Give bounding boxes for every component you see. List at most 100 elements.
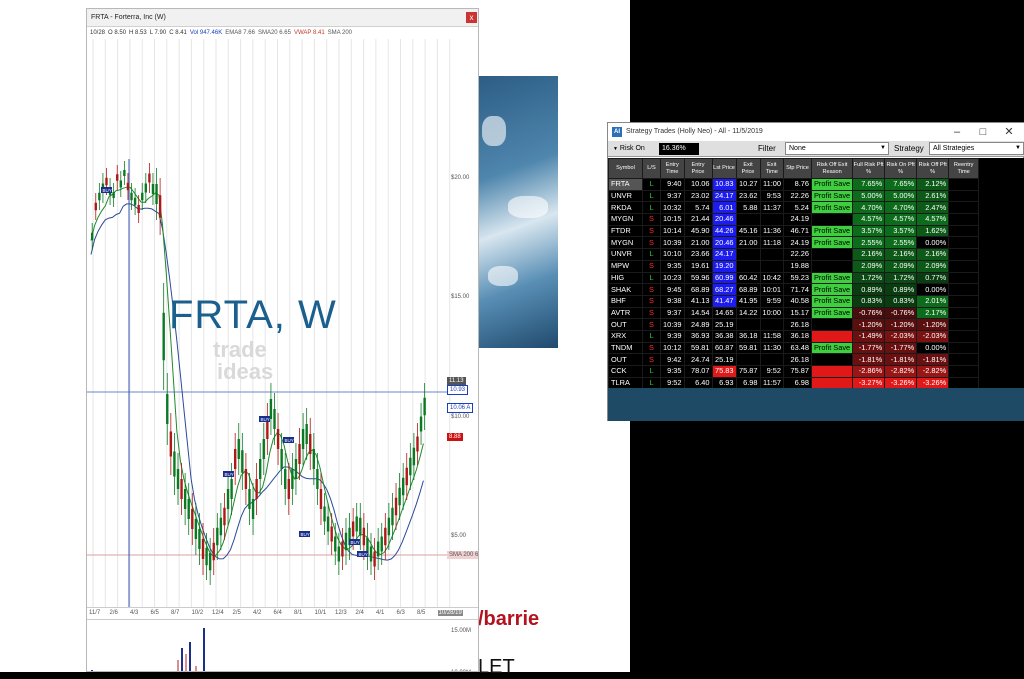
cell-ls: S: [642, 294, 661, 308]
close-icon[interactable]: x: [466, 12, 477, 23]
table-row[interactable]: MYGN S 10:39 21.00 20.46 21.00 11:18 24.19 Profi…: [608, 236, 980, 250]
column-header[interactable]: Entry Price: [683, 158, 713, 179]
cell-entry-time: 9:37: [660, 306, 685, 320]
cell-exit-price: [735, 353, 761, 366]
close-icon[interactable]: ✕: [996, 123, 1022, 141]
column-header[interactable]: Symbol: [608, 158, 643, 179]
column-header[interactable]: Exit Time: [759, 158, 784, 179]
table-row[interactable]: TNDM S 10:12 59.81 60.87 59.81 11:30 63.48 Profi…: [608, 341, 980, 355]
table-row[interactable]: MYGN S 10:15 21.44 20.46 24.19 4.57% 4.57% 4.57%: [608, 213, 980, 226]
column-header[interactable]: Full Risk Pft %: [852, 158, 886, 179]
candle-body: [334, 536, 337, 552]
candle-body: [387, 517, 391, 536]
cell-reason: Profit Save: [810, 294, 854, 308]
time-axis-label: 6/5: [150, 610, 159, 616]
strategy-trades-window[interactable]: AI Strategy Trades (Holly Neo) - All - 1…: [607, 122, 1024, 421]
table-row[interactable]: OUT S 9:42 24.74 25.19 26.18 -1.81% -1.81% -1.81…: [608, 353, 980, 366]
candle-body: [237, 439, 240, 459]
cell-exit-time: 11:37: [759, 201, 784, 215]
candle-body: [312, 449, 316, 469]
chart-info-item: 10/28: [90, 30, 106, 36]
cell-lst-price: 44.26: [711, 224, 737, 238]
cell-risk-off: 2.01%: [916, 294, 950, 308]
table-row[interactable]: RKDA L 10:32 5.74 6.01 5.88 11:37 5.24 Profit Sa…: [608, 201, 980, 215]
chart-info-item: H 8.53: [129, 30, 147, 36]
table-row[interactable]: XRX L 9:39 36.93 36.38 36.18 11:58 36.18 Stop Hi…: [608, 329, 980, 343]
cell-entry-time: 9:40: [660, 178, 685, 191]
time-axis-label: 8/7: [171, 610, 180, 616]
candle-body: [255, 479, 258, 499]
column-header[interactable]: Risk Off Exit Reason: [810, 158, 854, 179]
cell-reentry: [948, 259, 980, 273]
maximize-icon[interactable]: □: [970, 123, 996, 141]
cell-exit-time: 9:52: [759, 365, 784, 378]
candle-body: [241, 450, 244, 473]
cell-stp-price: 40.58: [783, 294, 812, 308]
cell-risk-on: 0.89%: [884, 283, 918, 296]
cell-ls: S: [642, 259, 661, 273]
column-header[interactable]: Risk On Pft %: [884, 158, 918, 179]
table-row[interactable]: FRTA L 9:40 10.06 10.83 10.27 11:00 8.76 Profit …: [608, 178, 980, 191]
chart-window[interactable]: FRTA - Forterra, Inc (W) x 10/28 O 8.50 H …: [86, 8, 479, 672]
candle-body: [169, 431, 173, 457]
table-row[interactable]: MPW S 9:35 19.61 19.20 19.88 2.09% 2.09% 2.09%: [608, 259, 980, 273]
cell-exit-time: [759, 353, 784, 366]
table-row[interactable]: CCK L 9:35 78.07 75.83 75.87 9:52 75.87 Stop Hit…: [608, 365, 980, 378]
table-row[interactable]: BHF S 9:38 41.13 41.47 41.95 9:59 40.58 Profit S…: [608, 294, 980, 308]
cell-risk-on: 7.65%: [884, 178, 918, 191]
chart-info-item: C 8.41: [169, 30, 187, 36]
column-header[interactable]: L/S: [642, 158, 661, 179]
column-header[interactable]: Reentry Time: [948, 158, 980, 179]
column-header[interactable]: Entry Time: [660, 158, 685, 179]
cell-stp-price: 19.88: [783, 259, 812, 273]
cell-entry-time: 10:39: [660, 236, 685, 250]
cell-exit-time: [759, 318, 784, 331]
time-axis-label: 10/2: [191, 610, 204, 616]
cell-entry-price: 24.89: [683, 318, 713, 331]
table-row[interactable]: AVTR S 9:37 14.54 14.65 14.22 10:00 15.17 Profit…: [608, 306, 980, 320]
candle-body: [151, 184, 155, 194]
strategy-select[interactable]: All Strategies ▼: [929, 142, 1024, 155]
buy-marker-label: BUY: [301, 532, 310, 537]
cell-symbol: UNVR: [608, 248, 643, 261]
cell-reason: Profit Save: [810, 306, 854, 320]
cell-entry-price: 21.44: [683, 213, 713, 226]
table-row[interactable]: UNVR L 10:10 23.66 24.17 22.26 2.16% 2.16% 2.16%: [608, 248, 980, 261]
column-header[interactable]: Lst Price: [711, 158, 737, 179]
table-row[interactable]: OUT S 10:39 24.89 25.19 26.18 -1.20% -1.20% -1.2…: [608, 318, 980, 331]
column-header[interactable]: Risk Off Pft %: [916, 158, 950, 179]
trades-table-container[interactable]: Symbol L/S Entry Time Entry Price Lst Price E…: [608, 158, 1024, 390]
cell-risk-on: 3.57%: [884, 224, 918, 238]
candle-body: [94, 202, 97, 211]
cell-entry-time: 10:12: [660, 341, 685, 355]
candle-body: [398, 487, 401, 506]
table-row[interactable]: SHAK S 9:45 68.89 68.27 68.89 10:01 71.74 Profit…: [608, 283, 980, 296]
cell-full-risk: 1.72%: [852, 271, 886, 285]
cell-full-risk: -1.20%: [852, 318, 886, 331]
column-header[interactable]: Exit Price: [735, 158, 761, 179]
table-row[interactable]: UNVR L 9:37 23.02 24.17 23.62 9:53 22.26 Profit …: [608, 189, 980, 203]
candle-body: [337, 546, 341, 562]
cell-full-risk: 0.89%: [852, 283, 886, 296]
chart-titlebar[interactable]: FRTA - Forterra, Inc (W) x: [87, 9, 478, 27]
cell-entry-time: 10:14: [660, 224, 685, 238]
risk-on-button[interactable]: ▼ Risk On: [610, 142, 648, 155]
candle-body: [341, 541, 344, 557]
column-header[interactable]: Stp Price: [783, 158, 812, 179]
cell-exit-time: 9:59: [759, 294, 784, 308]
cell-lst-price: 6.01: [711, 201, 737, 215]
filter-select[interactable]: None ▼: [785, 142, 889, 155]
candle-body: [194, 519, 198, 539]
cell-reason: [810, 259, 854, 273]
cell-entry-time: 9:45: [660, 283, 685, 296]
cell-full-risk: -0.76%: [852, 306, 886, 320]
time-axis-label: 2/4: [355, 610, 364, 616]
cell-reason: Profit Save: [810, 283, 854, 296]
candle-body: [251, 499, 255, 519]
cell-stp-price: 26.18: [783, 318, 812, 331]
minimize-icon[interactable]: –: [944, 123, 970, 141]
table-row[interactable]: FTDR S 10:14 45.90 44.26 45.16 11:36 46.71 Profi…: [608, 224, 980, 238]
cell-entry-price: 14.54: [683, 306, 713, 320]
strategy-titlebar[interactable]: AI Strategy Trades (Holly Neo) - All - 1…: [608, 123, 1024, 141]
table-row[interactable]: HIG L 10:23 59.96 60.99 60.42 10:42 59.23 Profit…: [608, 271, 980, 285]
